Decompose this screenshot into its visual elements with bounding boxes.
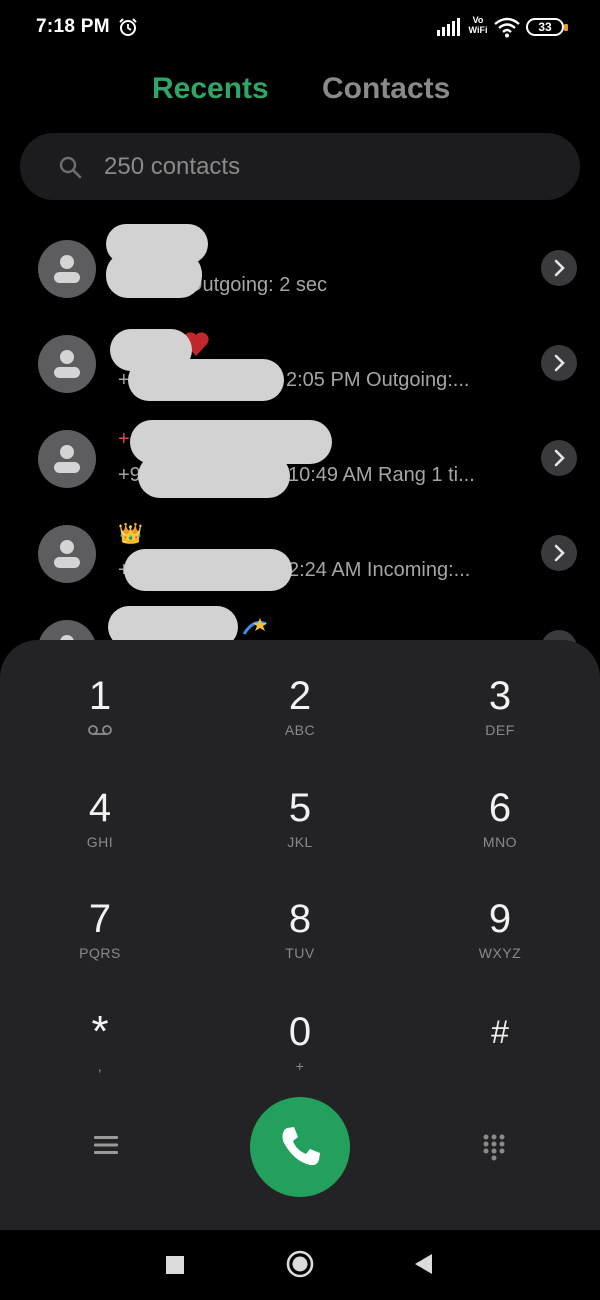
key-digit: 3: [488, 674, 512, 718]
chevron-right-icon: [554, 259, 565, 277]
call-info-button[interactable]: [541, 250, 577, 286]
redaction: [138, 454, 290, 498]
search-placeholder: 250 contacts: [104, 153, 241, 180]
call-detail: 2:05 PM Outgoing:...: [286, 369, 470, 391]
person-icon: [54, 540, 80, 568]
voicemail-icon: [88, 725, 112, 735]
chevron-right-icon: [554, 544, 565, 562]
key-digit: 9: [488, 897, 512, 941]
key-digit: 6: [488, 786, 512, 830]
wifi-icon: [494, 17, 520, 38]
avatar: [38, 240, 96, 298]
recent-call-item[interactable]: + 2:05 PM Outgoing:...: [0, 329, 600, 430]
recent-call-item[interactable]: :55 PM Outgoing: 2 sec: [0, 224, 600, 335]
dialpad-toggle-icon[interactable]: [482, 1133, 506, 1163]
key-letters: TUV: [285, 945, 315, 961]
key-digit: 7: [88, 897, 112, 941]
key-letters: DEF: [485, 722, 515, 738]
person-icon: [54, 255, 80, 283]
person-icon: [54, 350, 80, 378]
key-letters: ,: [97, 1058, 103, 1074]
chevron-right-icon: [554, 449, 565, 467]
battery-nub: [564, 24, 568, 31]
call-info-button[interactable]: [541, 440, 577, 476]
avatar: [38, 335, 96, 393]
dial-key-star[interactable]: * ,: [0, 1010, 200, 1110]
redaction: [124, 549, 292, 591]
tab-bar: Recents Contacts: [0, 72, 600, 112]
dial-key-9[interactable]: 9 WXYZ: [400, 897, 600, 997]
dial-key-8[interactable]: 8 TUV: [200, 897, 400, 997]
dial-key-5[interactable]: 5 JKL: [200, 786, 400, 886]
recent-call-item[interactable]: + +9 10:49 AM Rang 1 ti...: [0, 420, 600, 525]
dial-key-3[interactable]: 3 DEF: [400, 674, 600, 774]
name-prefix: +: [118, 428, 130, 450]
key-digit: 2: [288, 674, 312, 718]
dial-key-7[interactable]: 7 PQRS: [0, 897, 200, 997]
search-icon: [59, 156, 82, 179]
key-letters: MNO: [482, 834, 518, 850]
key-digit: 5: [288, 786, 312, 830]
dial-key-1[interactable]: 1: [0, 674, 200, 774]
key-digit: *: [91, 1007, 109, 1056]
battery-icon: 33: [526, 18, 568, 36]
redaction: [128, 359, 284, 401]
call-detail: 10:49 AM Rang 1 ti...: [288, 464, 475, 486]
status-bar: 7:18 PM Vo WiFi 33: [0, 0, 600, 56]
status-time: 7:18 PM: [36, 16, 110, 37]
key-digit: 8: [288, 897, 312, 941]
call-info-button[interactable]: [541, 535, 577, 571]
search-bar[interactable]: 250 contacts: [20, 133, 580, 200]
alarm-icon: [119, 18, 137, 36]
key-letters: PQRS: [79, 945, 121, 961]
call-button[interactable]: [250, 1097, 350, 1197]
dial-key-hash[interactable]: #: [400, 1010, 600, 1110]
key-letters: GHI: [86, 834, 114, 850]
call-info-button[interactable]: [541, 345, 577, 381]
redaction: [106, 252, 202, 298]
key-digit: 1: [88, 674, 112, 718]
tab-recents[interactable]: Recents: [152, 72, 269, 106]
avatar: [38, 525, 96, 583]
vowifi-bottom: WiFi: [468, 25, 488, 35]
phone-icon: [282, 1127, 320, 1166]
key-letters: JKL: [287, 834, 313, 850]
dial-key-2[interactable]: 2 ABC: [200, 674, 400, 774]
dial-key-6[interactable]: 6 MNO: [400, 786, 600, 886]
dialpad: 1 2 ABC 3 DEF 4 GHI 5 JKL 6 MNO 7 PQRS 8…: [0, 640, 600, 1230]
dizzy-emoji-icon: [242, 618, 267, 635]
key-letters: WXYZ: [478, 945, 522, 961]
system-nav-bar: [0, 1230, 600, 1300]
key-digit: #: [491, 1014, 509, 1050]
avatar: [38, 430, 96, 488]
vowifi-top: Vo: [472, 15, 484, 25]
tab-contacts[interactable]: Contacts: [322, 72, 450, 106]
home-nav-button[interactable]: [286, 1250, 314, 1278]
signal-icon: [437, 18, 460, 36]
vowifi-icon: Vo WiFi: [466, 15, 490, 35]
menu-icon[interactable]: [94, 1135, 118, 1155]
key-letters: +: [295, 1058, 305, 1074]
crown-emoji-icon: 👑: [118, 523, 143, 545]
chevron-right-icon: [554, 354, 565, 372]
key-digit: 0: [288, 1010, 312, 1054]
key-digit: 4: [88, 786, 112, 830]
battery-level: 33: [538, 20, 552, 34]
dial-key-0[interactable]: 0 +: [200, 1010, 400, 1110]
dial-key-4[interactable]: 4 GHI: [0, 786, 200, 886]
call-detail: 2:24 AM Incoming:...: [288, 559, 471, 581]
recents-nav-button[interactable]: [166, 1256, 184, 1274]
person-icon: [54, 445, 80, 473]
key-letters: ABC: [284, 722, 316, 738]
recent-call-item[interactable]: 👑 + 2:24 AM Incoming:...: [0, 523, 600, 620]
back-nav-button[interactable]: [412, 1252, 434, 1276]
